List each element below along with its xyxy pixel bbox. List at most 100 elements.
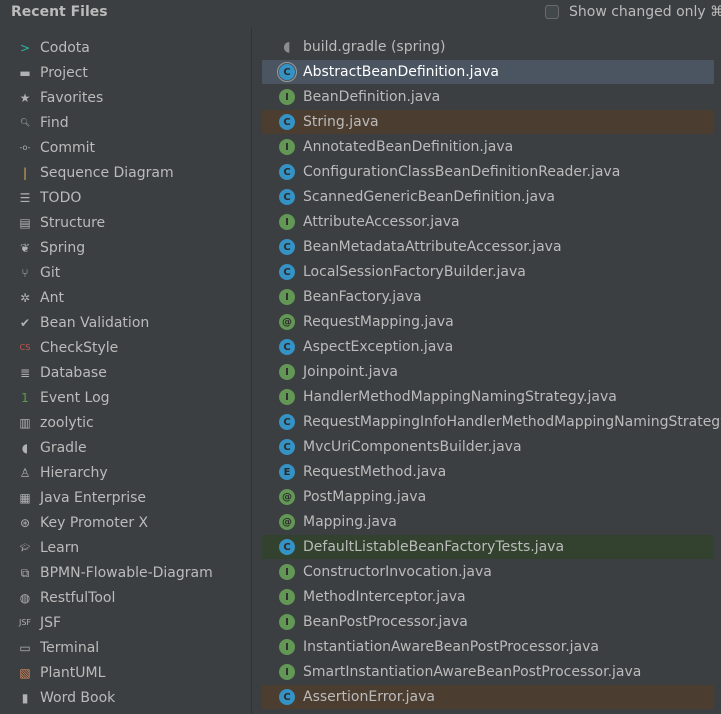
interface-file-icon: I — [279, 564, 295, 580]
tool-window-structure[interactable]: ▤ Structure — [17, 212, 105, 234]
recent-file-item[interactable]: I SmartInstantiationAwareBeanPostProcesso… — [262, 660, 714, 684]
recent-file-item[interactable]: C AbstractBeanDefinition.java — [262, 60, 714, 84]
recent-file-item[interactable]: C AspectException.java — [262, 335, 714, 359]
tool-window-label: Bean Validation — [40, 315, 150, 331]
recent-file-item[interactable]: I AttributeAccessor.java — [262, 210, 714, 234]
recent-file-item[interactable]: I InstantiationAwareBeanPostProcessor.jav… — [262, 635, 714, 659]
recent-file-item[interactable]: ◖ build.gradle (spring) — [262, 35, 714, 59]
annotation-file-icon: @ — [279, 489, 295, 505]
recent-file-item[interactable]: I BeanPostProcessor.java — [262, 610, 714, 634]
recent-file-item[interactable]: I BeanFactory.java — [262, 285, 714, 309]
tool-window-bpmn-flowable-diagram[interactable]: ⧉ BPMN-Flowable-Diagram — [17, 562, 213, 584]
recent-file-item[interactable]: C DefaultListableBeanFactoryTests.java — [262, 535, 714, 559]
tool-window-label: Event Log — [40, 390, 110, 406]
tool-window-spring[interactable]: ❦ Spring — [17, 237, 85, 259]
tool-window-bean-validation[interactable]: ✔ Bean Validation — [17, 312, 149, 334]
tool-window-git[interactable]: ⑂ Git — [17, 262, 60, 284]
tool-window-key-promoter-x[interactable]: ⊛ Key Promoter X — [17, 512, 148, 534]
tool-window-word-book[interactable]: ▮ Word Book — [17, 687, 116, 709]
tool-window-sequence-diagram[interactable]: | Sequence Diagram — [17, 162, 174, 184]
recent-file-item[interactable]: C ScannedGenericBeanDefinition.java — [262, 185, 714, 209]
tool-window-learn[interactable]: 🎓︎ Learn — [17, 537, 79, 559]
recent-file-name: ScannedGenericBeanDefinition.java — [303, 189, 555, 205]
tool-window-jsf[interactable]: JSF JSF — [17, 612, 61, 634]
tool-window-find[interactable]: 🔍︎ Find — [17, 112, 69, 134]
recent-file-item[interactable]: C RequestMappingInfoHandlerMethodMappingN… — [262, 410, 721, 434]
bean-validation-icon: ✔ — [19, 316, 31, 330]
tool-window-list: > Codota ▬ Project ★ Favorites 🔍︎ Find -o- Commit… — [0, 34, 251, 714]
show-changed-only-toggle[interactable]: Show changed only ⌘E — [545, 3, 721, 21]
tool-window-codota[interactable]: > Codota — [17, 37, 90, 59]
recent-file-item[interactable]: I MethodInterceptor.java — [262, 585, 714, 609]
recent-file-item[interactable]: I BeanDefinition.java — [262, 85, 714, 109]
tool-window-ant[interactable]: ✲ Ant — [17, 287, 64, 309]
tool-window-label: Hierarchy — [40, 465, 108, 481]
tool-window-commit[interactable]: -o- Commit — [17, 137, 95, 159]
recent-file-name: LocalSessionFactoryBuilder.java — [303, 264, 526, 280]
ant-icon: ✲ — [19, 291, 31, 305]
tool-window-database[interactable]: ≣ Database — [17, 362, 107, 384]
tool-window-restfultool[interactable]: ◍ RestfulTool — [17, 587, 116, 609]
event-log-icon: 1 — [21, 391, 29, 405]
tool-window-label: Find — [40, 115, 69, 131]
tool-window-label: Word Book — [40, 690, 116, 706]
tool-window-favorites[interactable]: ★ Favorites — [17, 87, 104, 109]
recent-file-item[interactable]: E RequestMethod.java — [262, 460, 714, 484]
recent-file-name: DefaultListableBeanFactoryTests.java — [303, 539, 565, 555]
tool-window-label: Key Promoter X — [40, 515, 149, 531]
recent-file-item[interactable]: I AnnotatedBeanDefinition.java — [262, 135, 714, 159]
tool-window-zoolytic[interactable]: ▥ zoolytic — [17, 412, 93, 434]
tool-window-java-enterprise[interactable]: ▦ Java Enterprise — [17, 487, 146, 509]
tool-window-event-log[interactable]: 1 Event Log — [17, 387, 110, 409]
tool-window-label: Java Enterprise — [40, 490, 147, 506]
tool-window-label: Structure — [40, 215, 106, 231]
java-enterprise-icon: ▦ — [19, 491, 31, 505]
recent-file-name: RequestMapping.java — [303, 314, 454, 330]
annotation-file-icon: @ — [279, 514, 295, 530]
recent-file-item[interactable]: C ConfigurationClassBeanDefinitionReader.… — [262, 160, 714, 184]
tool-window-label: Database — [40, 365, 107, 381]
recent-file-item[interactable]: I Joinpoint.java — [262, 360, 714, 384]
interface-file-icon: I — [279, 664, 295, 680]
recent-file-name: AspectException.java — [303, 339, 454, 355]
recent-file-item[interactable]: @ PostMapping.java — [262, 485, 714, 509]
database-icon: ≣ — [19, 366, 31, 380]
gradle-elephant-icon: ◖ — [21, 441, 29, 455]
recent-file-name: ConstructorInvocation.java — [303, 564, 492, 580]
recent-file-name: AbstractBeanDefinition.java — [303, 64, 500, 80]
tool-window-label: JSF — [40, 615, 62, 631]
tool-window-label: Sequence Diagram — [40, 165, 174, 181]
tool-window-project[interactable]: ▬ Project — [17, 62, 88, 84]
tool-window-hierarchy[interactable]: ♙ Hierarchy — [17, 462, 108, 484]
zoolytic-icon: ▥ — [19, 416, 31, 430]
annotation-file-icon: @ — [279, 314, 295, 330]
tool-window-checkstyle[interactable]: CS CheckStyle — [17, 337, 119, 359]
recent-file-item[interactable]: C BeanMetadataAttributeAccessor.java — [262, 235, 714, 259]
interface-file-icon: I — [279, 364, 295, 380]
tool-window-terminal[interactable]: ▭ Terminal — [17, 637, 99, 659]
interface-file-icon: I — [279, 389, 295, 405]
tool-window-plantuml[interactable]: ▧ PlantUML — [17, 662, 105, 684]
interface-file-icon: I — [279, 589, 295, 605]
recent-file-name: MethodInterceptor.java — [303, 589, 466, 605]
recent-file-name: AnnotatedBeanDefinition.java — [303, 139, 514, 155]
tool-window-gradle[interactable]: ◖ Gradle — [17, 437, 87, 459]
star-icon: ★ — [19, 91, 31, 105]
tool-window-todo[interactable]: ☰ TODO — [17, 187, 82, 209]
recent-file-item[interactable]: @ Mapping.java — [262, 510, 714, 534]
recent-file-item[interactable]: C AssertionError.java — [262, 685, 714, 709]
class-file-icon: C — [279, 189, 295, 205]
sequence-diagram-icon: | — [22, 166, 28, 180]
recent-file-name: Mapping.java — [303, 514, 397, 530]
panel-divider — [251, 28, 252, 714]
show-changed-checkbox[interactable] — [545, 5, 559, 19]
recent-file-item[interactable]: @ RequestMapping.java — [262, 310, 714, 334]
key-promoter-icon: ⊛ — [19, 516, 31, 530]
recent-file-item[interactable]: I HandlerMethodMappingNamingStrategy.java — [262, 385, 714, 409]
recent-file-item[interactable]: C String.java — [262, 110, 714, 134]
recent-file-item[interactable]: C LocalSessionFactoryBuilder.java — [262, 260, 714, 284]
recent-file-name: ConfigurationClassBeanDefinitionReader.j… — [303, 164, 621, 180]
recent-file-item[interactable]: C MvcUriComponentsBuilder.java — [262, 435, 714, 459]
git-branch-icon: ⑂ — [21, 266, 29, 280]
recent-file-item[interactable]: I ConstructorInvocation.java — [262, 560, 714, 584]
